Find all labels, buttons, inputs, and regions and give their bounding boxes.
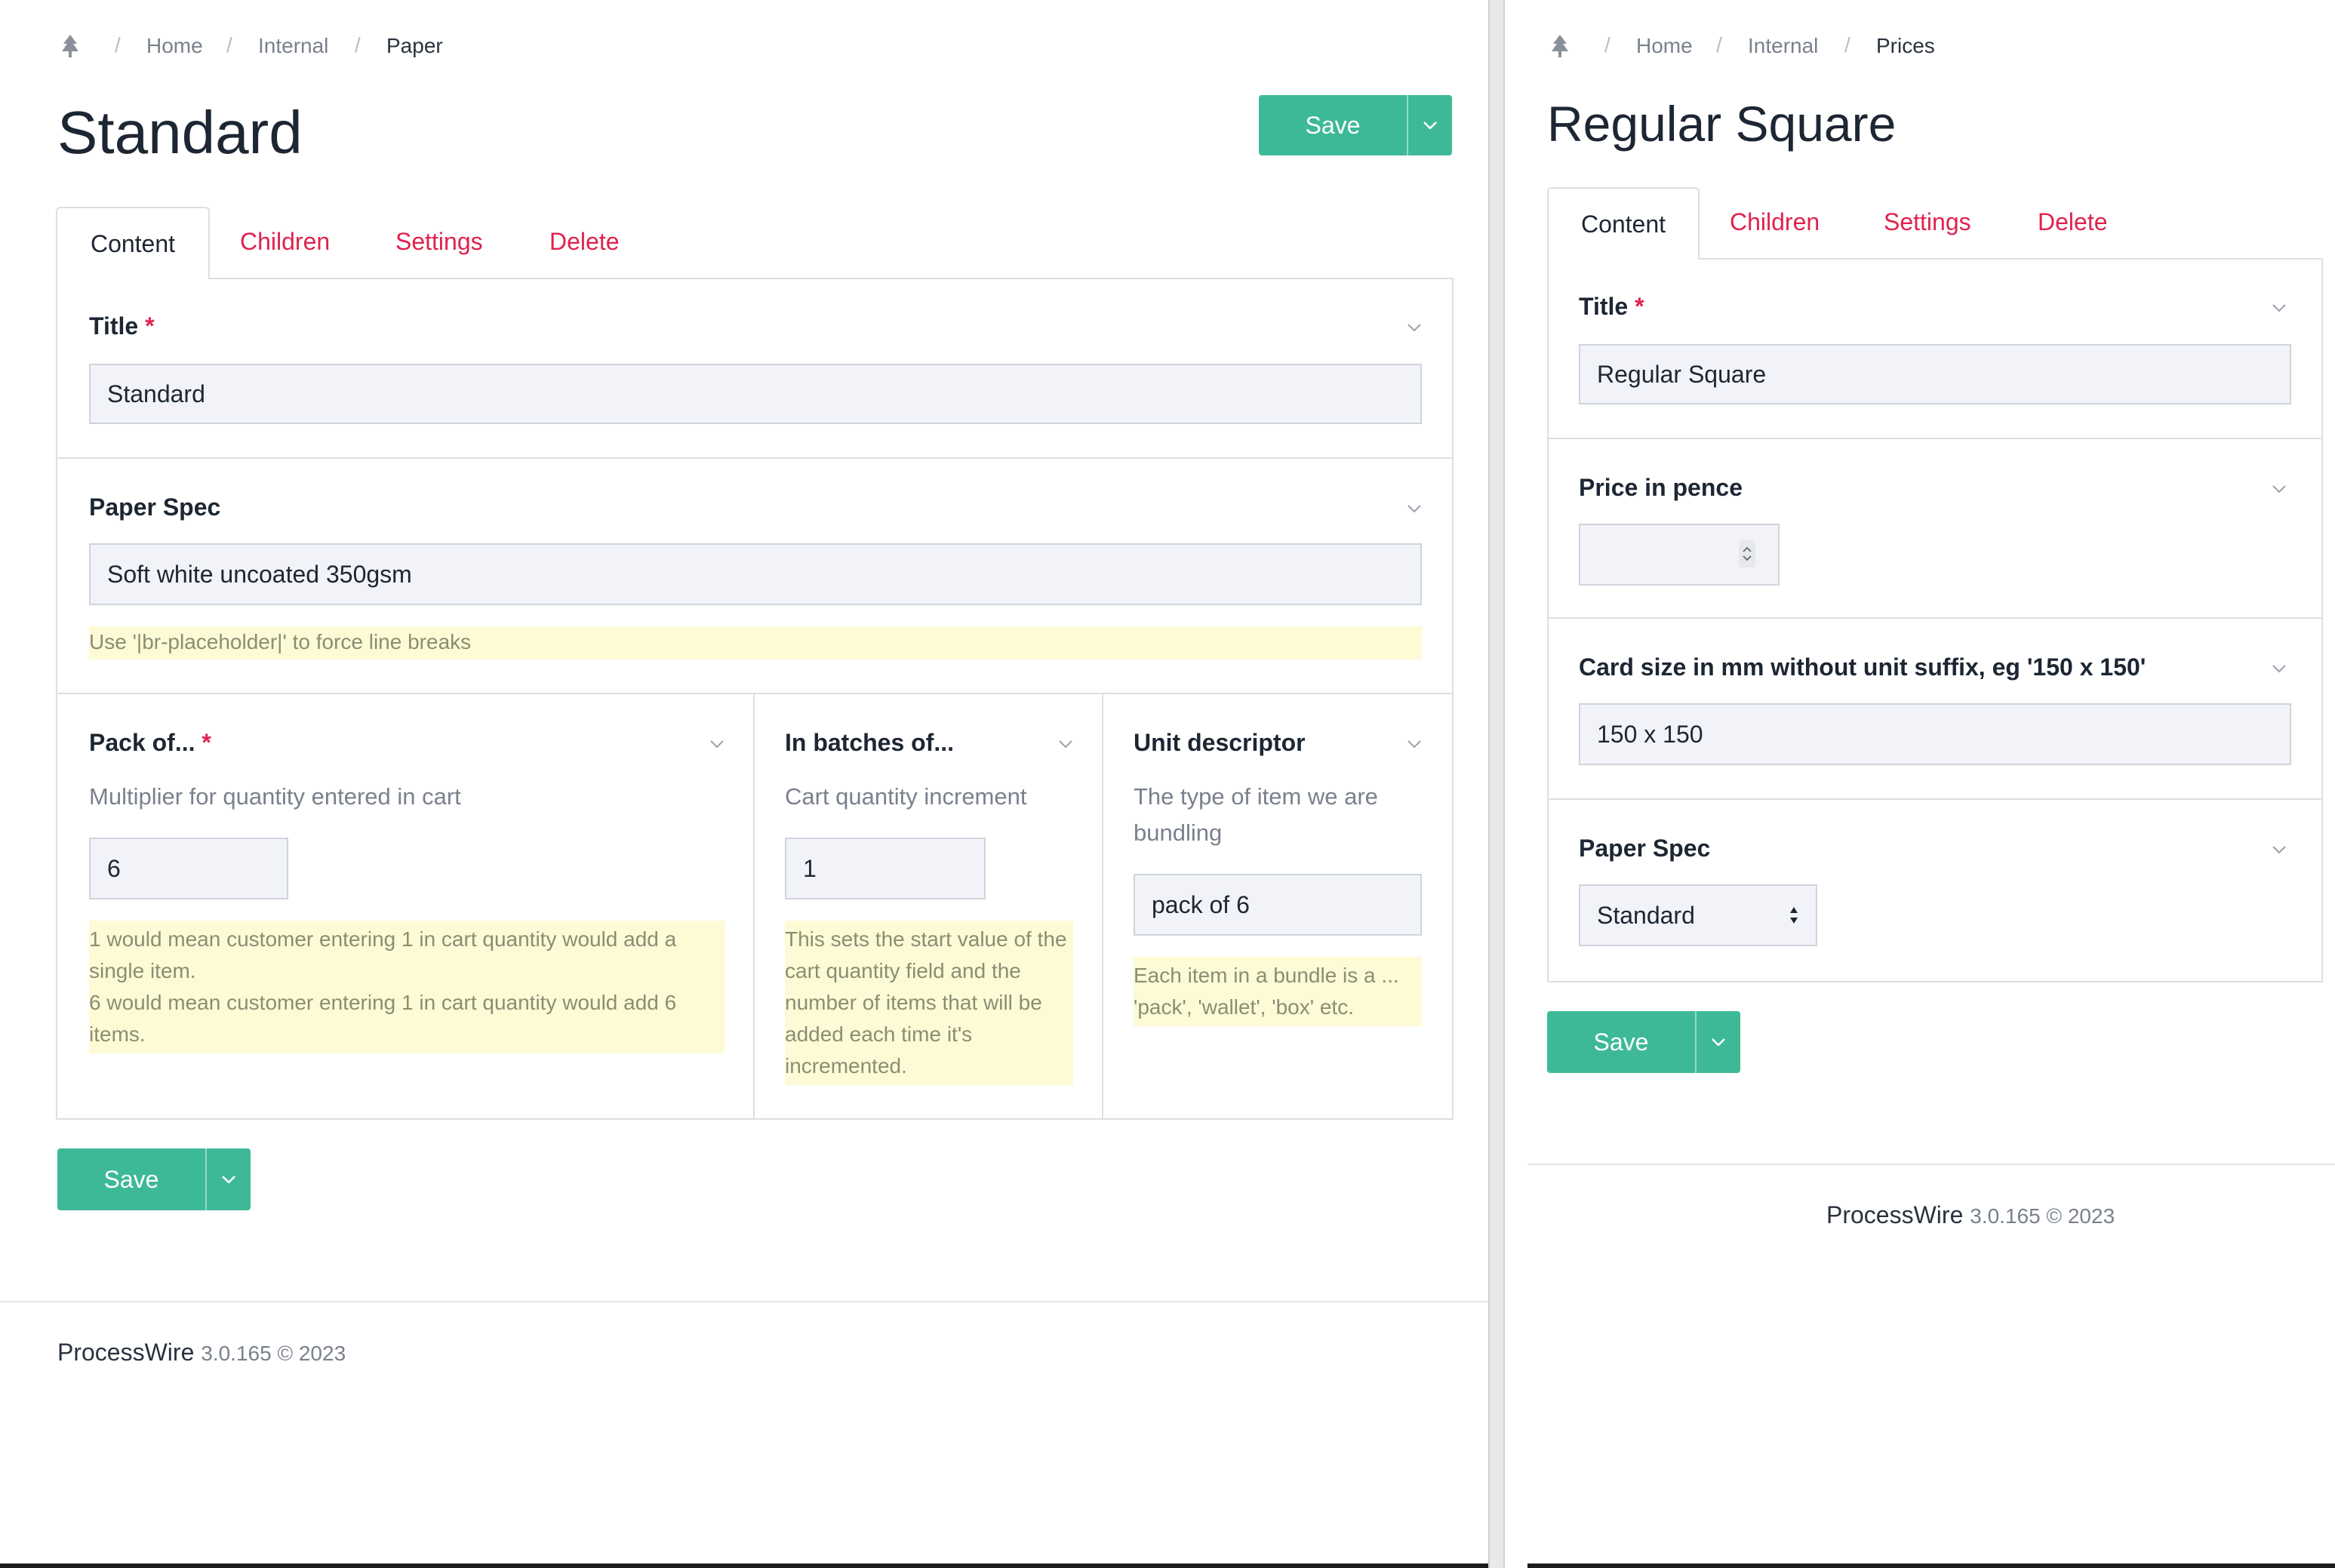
save-button-group: Save bbox=[1259, 95, 1452, 155]
panel-divider bbox=[1488, 0, 1505, 1568]
pack-of-description: Multiplier for quantity entered in cart bbox=[89, 783, 461, 810]
footer-divider bbox=[1527, 1164, 2335, 1165]
chevron-down-icon bbox=[222, 1176, 235, 1183]
tab-delete[interactable]: Delete bbox=[549, 228, 620, 256]
tab-settings[interactable]: Settings bbox=[395, 228, 483, 256]
pack-of-input[interactable]: 6 bbox=[89, 838, 288, 899]
field-divider bbox=[1549, 798, 2321, 800]
breadcrumb-home[interactable]: Home bbox=[1636, 34, 1693, 58]
unit-descriptor-note: Each item in a bundle is a ... 'pack', '… bbox=[1134, 957, 1422, 1026]
tab-settings[interactable]: Settings bbox=[1884, 208, 1971, 236]
breadcrumb-internal[interactable]: Internal bbox=[1748, 34, 1818, 58]
breadcrumb-separator: / bbox=[1716, 33, 1722, 57]
save-options-button[interactable] bbox=[1695, 1011, 1740, 1073]
paper-spec-label: Paper Spec bbox=[89, 493, 221, 521]
footer-divider bbox=[0, 1301, 1488, 1302]
editor-panel-paper: / Home / Internal / Paper Standard Save … bbox=[0, 0, 1488, 1568]
save-button[interactable]: Save bbox=[1547, 1011, 1695, 1073]
breadcrumb-separator: / bbox=[1604, 33, 1611, 57]
field-divider bbox=[57, 457, 1452, 459]
field-divider bbox=[57, 693, 1452, 694]
unit-descriptor-input[interactable]: pack of 6 bbox=[1134, 874, 1422, 936]
breadcrumb-separator: / bbox=[355, 33, 361, 57]
save-button-group: Save bbox=[1547, 1011, 1740, 1073]
save-button[interactable]: Save bbox=[57, 1148, 205, 1210]
paper-spec-select[interactable]: Standard bbox=[1579, 884, 1817, 946]
in-batches-of-label: In batches of... bbox=[785, 729, 955, 756]
tab-children[interactable]: Children bbox=[1730, 208, 1820, 236]
chevron-down-icon[interactable] bbox=[1407, 739, 1422, 749]
tab-content[interactable]: Content bbox=[56, 207, 210, 279]
save-button-group: Save bbox=[57, 1148, 251, 1210]
footer-version: 3.0.165 © 2023 bbox=[1970, 1204, 2115, 1228]
page-title: Regular Square bbox=[1547, 96, 1897, 152]
tab-delete[interactable]: Delete bbox=[2038, 208, 2108, 236]
save-options-button[interactable] bbox=[205, 1148, 251, 1210]
chevron-down-icon[interactable] bbox=[2272, 303, 2287, 312]
price-label: Price in pence bbox=[1579, 474, 1743, 501]
tab-content[interactable]: Content bbox=[1547, 187, 1700, 260]
paper-spec-selected: Standard bbox=[1597, 901, 1695, 929]
footer-brand[interactable]: ProcessWire bbox=[57, 1339, 194, 1366]
chevron-down-icon[interactable] bbox=[2272, 484, 2287, 493]
tab-junction bbox=[57, 276, 208, 279]
paper-spec-label: Paper Spec bbox=[1579, 835, 1711, 862]
title-input[interactable]: Regular Square bbox=[1579, 344, 2291, 404]
breadcrumb-separator: / bbox=[1844, 33, 1850, 57]
in-batches-of-input[interactable]: 1 bbox=[785, 838, 986, 899]
field-divider bbox=[1549, 438, 2321, 439]
chevron-down-icon bbox=[1423, 121, 1437, 129]
title-input[interactable]: Standard bbox=[89, 364, 1422, 424]
chevron-down-icon bbox=[1712, 1038, 1725, 1046]
chevron-down-icon[interactable] bbox=[1058, 739, 1073, 749]
footer: ProcessWire 3.0.165 © 2023 bbox=[57, 1339, 346, 1367]
paper-spec-note: Use '|br-placeholder|' to force line bre… bbox=[89, 626, 1422, 659]
tree-icon[interactable] bbox=[60, 35, 80, 57]
unit-descriptor-description: The type of item we are bundling bbox=[1134, 783, 1378, 846]
footer-brand[interactable]: ProcessWire bbox=[1826, 1201, 1963, 1228]
tab-junction bbox=[1549, 257, 1698, 260]
column-divider bbox=[753, 694, 755, 1118]
card-size-input[interactable]: 150 x 150 bbox=[1579, 703, 2291, 765]
in-batches-of-note: This sets the start value of the cart qu… bbox=[785, 921, 1073, 1085]
unit-descriptor-label: Unit descriptor bbox=[1134, 729, 1306, 756]
spinner-icon[interactable] bbox=[1739, 540, 1755, 567]
editor-panel-prices: / Home / Internal / Prices Regular Squar… bbox=[1505, 0, 2335, 1568]
save-button[interactable]: Save bbox=[1259, 95, 1407, 155]
field-divider bbox=[1549, 617, 2321, 619]
card-size-label: Card size in mm without unit suffix, eg … bbox=[1579, 653, 2146, 681]
breadcrumb-current: Prices bbox=[1876, 34, 1935, 57]
in-batches-of-description: Cart quantity increment bbox=[785, 783, 1027, 810]
chevron-down-icon[interactable] bbox=[1407, 323, 1422, 332]
breadcrumb-internal[interactable]: Internal bbox=[258, 34, 328, 58]
title-field-label: Title * bbox=[1579, 293, 1644, 320]
column-divider bbox=[1102, 694, 1103, 1118]
breadcrumb-separator: / bbox=[115, 33, 121, 57]
chevron-down-icon[interactable] bbox=[1407, 504, 1422, 513]
pack-of-note: 1 would mean customer entering 1 in cart… bbox=[89, 921, 724, 1053]
select-arrows-icon bbox=[1790, 907, 1798, 924]
pack-of-label: Pack of... * bbox=[89, 729, 211, 756]
save-options-button[interactable] bbox=[1407, 95, 1452, 155]
breadcrumb-separator: / bbox=[226, 33, 232, 57]
footer: ProcessWire 3.0.165 © 2023 bbox=[1826, 1201, 2115, 1229]
chevron-down-icon[interactable] bbox=[2272, 664, 2287, 673]
tree-icon[interactable] bbox=[1550, 35, 1570, 57]
breadcrumb-home[interactable]: Home bbox=[146, 34, 203, 58]
window-bottom-edge bbox=[1527, 1563, 2335, 1568]
title-field-label: Title * bbox=[89, 312, 155, 340]
window-bottom-edge bbox=[0, 1563, 1488, 1568]
paper-spec-input[interactable]: Soft white uncoated 350gsm bbox=[89, 543, 1422, 605]
breadcrumb-current: Paper bbox=[386, 34, 443, 57]
chevron-down-icon[interactable] bbox=[709, 739, 724, 749]
tab-children[interactable]: Children bbox=[240, 228, 330, 256]
page-title: Standard bbox=[57, 99, 303, 166]
chevron-down-icon[interactable] bbox=[2272, 845, 2287, 854]
footer-version: 3.0.165 © 2023 bbox=[201, 1342, 346, 1365]
